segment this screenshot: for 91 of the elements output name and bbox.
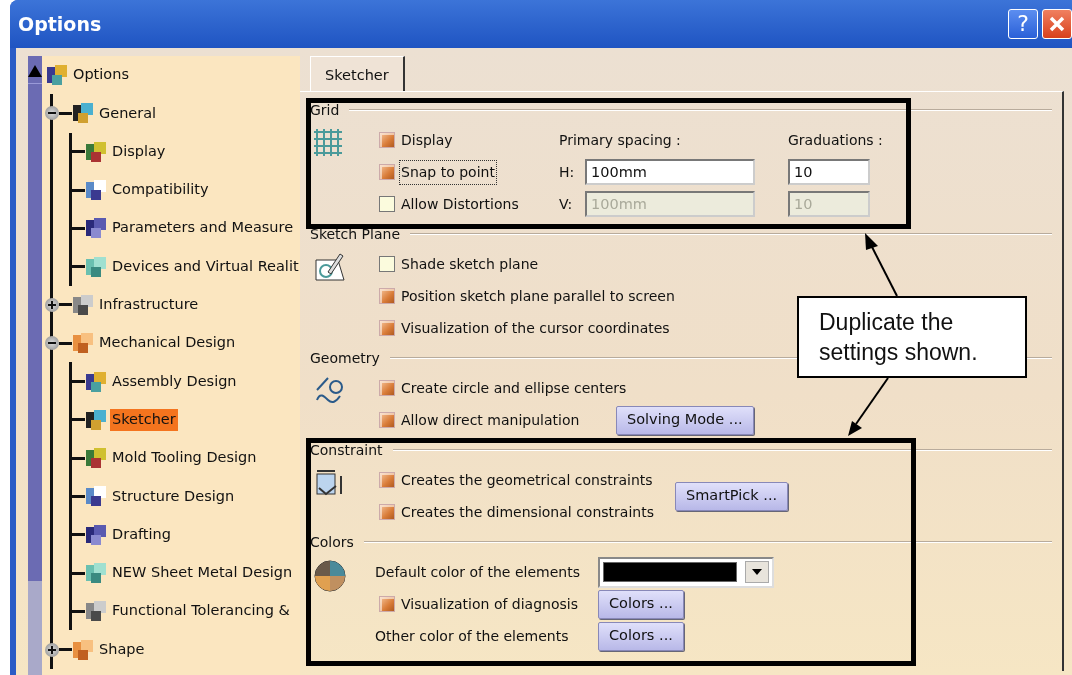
tile-icon xyxy=(46,64,68,87)
tree-item[interactable]: Mechanical Design xyxy=(97,332,238,355)
close-button[interactable] xyxy=(1042,9,1072,39)
checkbox[interactable] xyxy=(379,256,395,272)
checkbox-label: Position sketch plane parallel to screen xyxy=(401,286,675,306)
tile-icon xyxy=(72,638,94,661)
scrollbar[interactable] xyxy=(28,56,42,675)
tile-icon xyxy=(85,408,107,431)
tile-icon xyxy=(85,179,107,202)
checkbox-label: Display xyxy=(401,130,453,150)
tile-icon xyxy=(85,217,107,240)
color-wheel-icon xyxy=(314,560,346,592)
tree-item[interactable]: Assembly Design xyxy=(110,370,239,393)
callout-arrow xyxy=(865,233,898,297)
checkbox[interactable] xyxy=(379,472,395,488)
checkbox-label: Visualization of the cursor coordinates xyxy=(401,318,670,338)
checkbox[interactable] xyxy=(379,288,395,304)
help-button[interactable]: ? xyxy=(1008,9,1038,39)
spacing-field[interactable]: 100mm xyxy=(585,159,755,185)
tile-icon xyxy=(85,523,107,546)
field-label: V: xyxy=(559,194,574,214)
window-title: Options xyxy=(18,11,102,37)
checkbox[interactable] xyxy=(379,164,395,180)
tree-item[interactable]: Mold Tooling Design xyxy=(110,447,259,469)
expand-toggle[interactable] xyxy=(45,642,59,657)
checkbox[interactable] xyxy=(379,132,395,148)
tree-item[interactable]: Drafting xyxy=(110,523,173,546)
section-title: Constraint xyxy=(310,440,383,460)
section-title: Sketch Plane xyxy=(310,224,400,244)
tree-item[interactable]: General xyxy=(97,102,159,125)
tile-icon xyxy=(85,255,107,278)
close-icon xyxy=(1048,15,1066,33)
checkbox-label: Creates the geometrical constraints xyxy=(401,470,653,490)
checkbox[interactable] xyxy=(379,380,395,396)
dropdown-arrow-icon xyxy=(752,569,762,575)
smartpick-button[interactable]: SmartPick ... xyxy=(675,481,789,511)
checkbox-label: Creates the dimensional constraints xyxy=(401,502,654,522)
tree-item[interactable]: Parameters and Measure xyxy=(110,217,296,240)
curve-icon xyxy=(314,376,346,406)
checkbox[interactable] xyxy=(379,504,395,520)
tile-icon xyxy=(85,370,107,393)
collapse-toggle[interactable] xyxy=(45,106,59,121)
section-title: Colors xyxy=(310,532,354,552)
tile-icon xyxy=(72,293,94,316)
tile-icon xyxy=(85,562,107,584)
tree-item[interactable]: Structure Design xyxy=(110,485,237,508)
tab[interactable]: Sketcher xyxy=(310,56,405,91)
tile-icon xyxy=(85,447,107,470)
checkbox[interactable] xyxy=(379,412,395,428)
field-label: Other color of the elements xyxy=(375,626,569,646)
checkbox-label: Snap to point xyxy=(401,161,495,183)
tile-icon xyxy=(85,485,107,508)
checkbox[interactable] xyxy=(379,596,395,612)
tile-icon xyxy=(72,332,94,355)
color-dropdown[interactable] xyxy=(598,556,774,588)
graduations-field[interactable]: 10 xyxy=(788,159,870,185)
tile-icon xyxy=(85,140,107,163)
solving-mode-button[interactable]: Solving Mode ... xyxy=(616,405,754,435)
tile-icon xyxy=(85,600,107,623)
column-header: Graduations : xyxy=(788,130,884,150)
callout-arrow xyxy=(848,377,889,436)
tile-icon xyxy=(72,102,94,125)
expand-toggle[interactable] xyxy=(45,297,59,312)
checkbox-label: Allow direct manipulation xyxy=(401,410,580,430)
field-label: Default color of the elements xyxy=(375,562,580,582)
scroll-up-icon[interactable] xyxy=(28,64,42,77)
tree-item[interactable]: Devices and Virtual Realit xyxy=(110,255,301,278)
checkbox[interactable] xyxy=(379,320,395,336)
colors-button[interactable]: Colors ... xyxy=(598,589,684,619)
callout-text: Duplicate the settings shown. xyxy=(797,296,1027,378)
tree-item[interactable]: Options xyxy=(71,64,131,86)
field-label: H: xyxy=(559,162,576,182)
tree-item[interactable]: Shape xyxy=(97,638,147,661)
column-header: Primary spacing : xyxy=(559,130,682,150)
checkbox-label: Allow Distortions xyxy=(401,194,519,214)
pencil-icon xyxy=(314,252,346,282)
tree-item[interactable]: Sketcher xyxy=(110,408,178,431)
section-title: Geometry xyxy=(310,348,380,368)
tree-item[interactable]: Display xyxy=(110,140,168,163)
tree-item[interactable]: Infrastructure xyxy=(97,294,201,316)
checkbox-label: Visualization of diagnosis xyxy=(401,594,578,614)
grid-icon xyxy=(312,128,344,156)
tree-item[interactable]: Compatibility xyxy=(110,179,211,201)
checkbox-label: Shade sketch plane xyxy=(401,254,539,274)
checkbox[interactable] xyxy=(379,196,395,212)
tree-item[interactable]: NEW Sheet Metal Design xyxy=(110,562,295,584)
collapse-toggle[interactable] xyxy=(45,336,59,351)
tree-item[interactable]: Functional Tolerancing & xyxy=(110,600,292,623)
checkbox-label: Create circle and ellipse centers xyxy=(401,378,627,398)
colors-button[interactable]: Colors ... xyxy=(598,621,684,651)
section-title: Grid xyxy=(310,100,340,120)
